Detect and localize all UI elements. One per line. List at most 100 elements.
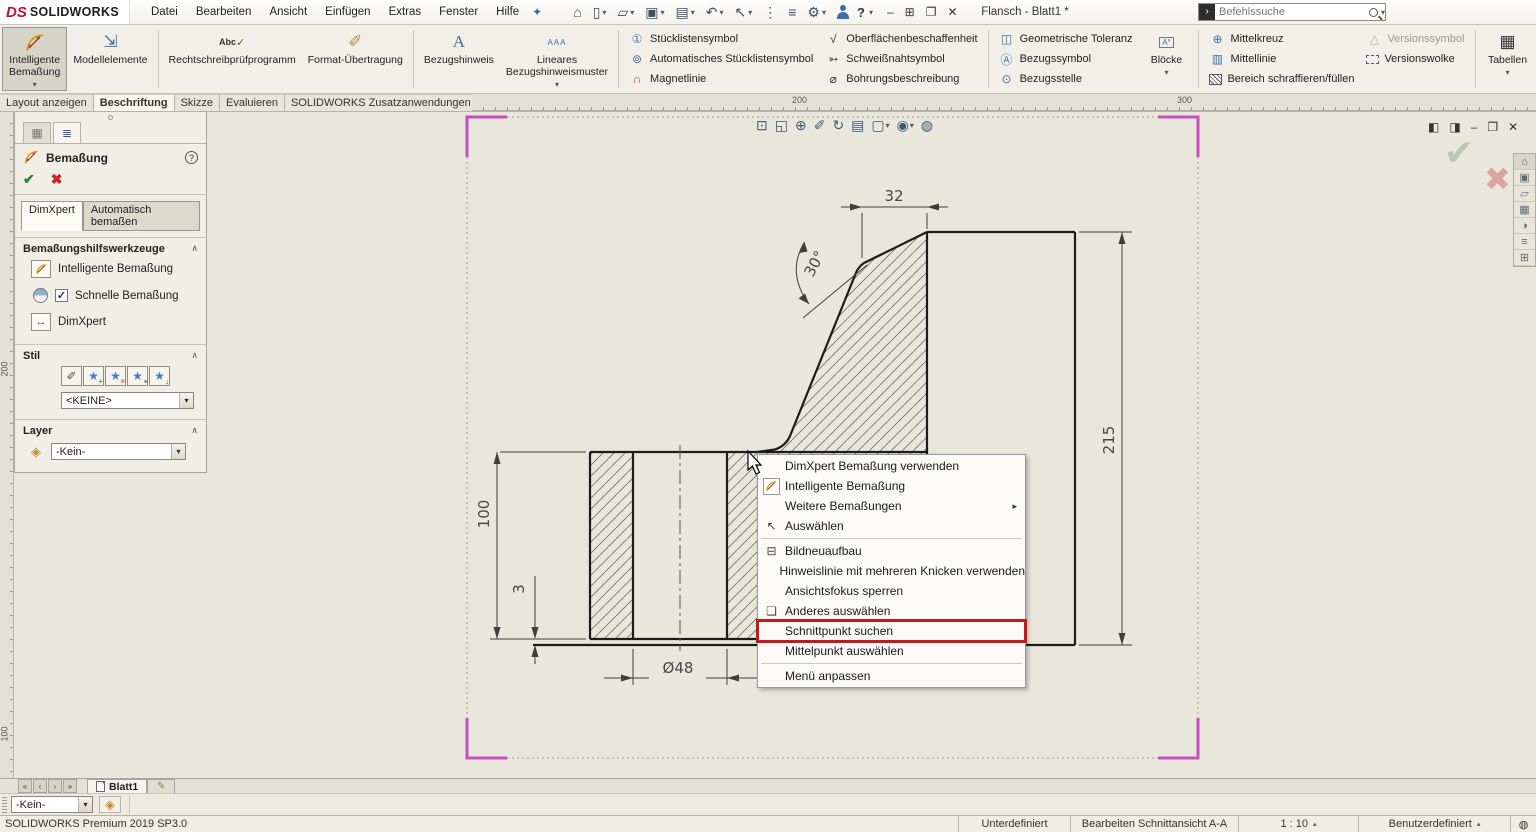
view-settings-button[interactable]: ◍	[921, 117, 933, 134]
style-dropdown[interactable]: <KEINE> ▾	[61, 392, 194, 409]
collapse-icon[interactable]: ∧	[191, 243, 198, 255]
menu-item-select[interactable]: ↖Auswählen	[758, 516, 1025, 536]
search-input[interactable]	[1215, 6, 1369, 18]
redraw-button[interactable]: ↻	[832, 117, 844, 134]
tab-beschriftung[interactable]: Beschriftung	[94, 94, 175, 111]
help-icon[interactable]: ?	[857, 5, 865, 20]
cancel-button[interactable]: ✖	[51, 171, 63, 188]
confirmation-cancel-icon[interactable]: ✖	[1484, 160, 1511, 198]
menu-item-dimxpert-dimension[interactable]: DimXpert Bemaßung verwenden	[758, 456, 1025, 476]
hole-callout-button[interactable]: ⌀Bohrungsbeschreibung	[825, 69, 977, 89]
options-list-button[interactable]: ≡	[785, 3, 799, 21]
quick-dimension-checkbox[interactable]: ✓	[55, 289, 68, 302]
center-mark-button[interactable]: ⊕Mittelkreuz	[1209, 29, 1354, 49]
help-icon[interactable]: ?	[185, 151, 198, 164]
toolbar-drag-handle[interactable]	[2, 797, 7, 813]
menu-item-select-other[interactable]: ❏Anderes auswählen	[758, 601, 1025, 621]
sheet-properties-button[interactable]: ▤	[851, 117, 864, 134]
tab-autodimension[interactable]: Automatisch bemaßen	[83, 201, 200, 231]
tab-skizze[interactable]: Skizze	[175, 94, 220, 111]
layer-dropdown[interactable]: -Kein- ▾	[51, 443, 186, 460]
delete-style-button[interactable]: ★×	[105, 366, 126, 386]
appearances-icon[interactable]: ◑	[1514, 218, 1535, 234]
menu-item-smart-dimension[interactable]: Intelligente Bemaßung	[758, 476, 1025, 496]
menu-item-customize-menu[interactable]: Menü anpassen	[758, 666, 1025, 686]
panel-drag-handle[interactable]	[108, 115, 113, 120]
status-units[interactable]: Benutzerdefiniert▴	[1358, 816, 1510, 832]
menu-hilfe[interactable]: Hilfe	[487, 0, 528, 24]
new-document-button[interactable]: ▯▾	[590, 3, 610, 22]
status-sheet-scale[interactable]: 1 : 10▴	[1238, 816, 1358, 832]
linear-note-pattern-button[interactable]: AAA LinearesBezugshinweismuster ▾	[500, 27, 614, 91]
select-button[interactable]: ↖▾	[731, 3, 755, 22]
next-window-button[interactable]: ◨	[1449, 120, 1460, 134]
smart-dimension-button[interactable]: IntelligenteBemaßung ▾	[2, 27, 67, 91]
sheet-tab-blatt1[interactable]: Blatt1	[87, 779, 147, 793]
pin-menu-icon[interactable]: ✦	[532, 5, 542, 19]
display-style-button[interactable]: ▢▾	[871, 117, 889, 134]
spell-checker-button[interactable]: Abc✓ Rechtschreibprüfprogramm	[163, 27, 302, 91]
chevron-down-icon[interactable]: ▾	[869, 8, 873, 17]
minimize-button[interactable]: –	[887, 5, 894, 19]
search-icon[interactable]	[1369, 8, 1378, 17]
menu-item-multi-jog-leader[interactable]: Hinweislinie mit mehreren Knicken verwen…	[758, 561, 1025, 581]
dimension-3[interactable]	[532, 576, 539, 664]
note-button[interactable]: A Bezugshinweis	[418, 27, 500, 91]
menu-item-rebuild-view[interactable]: ⊟Bildneuaufbau	[758, 541, 1025, 561]
collapse-icon[interactable]: ∧	[191, 425, 198, 437]
menu-einfuegen[interactable]: Einfügen	[316, 0, 379, 24]
area-hatch-button[interactable]: Bereich schraffieren/füllen	[1209, 69, 1354, 89]
chevron-down-icon[interactable]: ▾	[555, 80, 559, 89]
add-in-tab-icon[interactable]: ⊞	[1514, 250, 1535, 266]
tab-dimxpert[interactable]: DimXpert	[21, 201, 83, 231]
dim-text-100[interactable]: 100	[475, 500, 493, 529]
ok-button[interactable]: ✔	[23, 171, 35, 188]
balloon-button[interactable]: ①Stücklistensymbol	[629, 29, 813, 49]
zoom-to-fit-button[interactable]: ⊡	[756, 117, 768, 134]
dim-text-hole-dia[interactable]: Ø48	[663, 659, 694, 677]
open-button[interactable]: ▱▾	[614, 3, 637, 22]
chevron-down-icon[interactable]: ▾	[33, 80, 37, 89]
quick-dimension-option[interactable]: ✓ Schnelle Bemaßung	[23, 283, 198, 308]
tab-layout-anzeigen[interactable]: Layout anzeigen	[0, 94, 94, 111]
design-library-icon[interactable]: ▣	[1514, 170, 1535, 186]
home-button[interactable]: ⌂	[570, 3, 584, 21]
blocks-button[interactable]: A° Blöcke ▾	[1138, 27, 1194, 91]
status-tags[interactable]: ◍	[1510, 816, 1536, 832]
chevron-down-icon[interactable]: ▾	[1381, 8, 1385, 17]
previous-window-button[interactable]: ◧	[1428, 120, 1439, 134]
active-layer-dropdown[interactable]: -Kein- ▾	[11, 796, 93, 813]
drawing-canvas[interactable]: 32 30° 215 100 3 Ø48 ⊡ ◱ ⊕ ✐ ↻ ▤ ▢▾ ◉▾ ◍…	[0, 112, 1536, 778]
hide-show-items-button[interactable]: ◉▾	[897, 117, 914, 134]
add-sheet-tab[interactable]: ✎	[147, 779, 175, 793]
save-button[interactable]: ▣▾	[642, 3, 667, 22]
menu-ansicht[interactable]: Ansicht	[260, 0, 316, 24]
weld-symbol-button[interactable]: ➳Schweißnahtsymbol	[825, 49, 977, 69]
layer-properties-button[interactable]: ◈	[99, 796, 121, 813]
menu-item-select-midpoint[interactable]: Mittelpunkt auswählen	[758, 641, 1025, 661]
first-sheet-button[interactable]: «	[18, 779, 32, 793]
next-sheet-button[interactable]: ›	[48, 779, 62, 793]
menu-bearbeiten[interactable]: Bearbeiten	[187, 0, 261, 24]
previous-sheet-button[interactable]: ‹	[33, 779, 47, 793]
undo-button[interactable]: ↶▾	[703, 3, 727, 22]
user-account-icon[interactable]	[837, 5, 849, 19]
zoom-in-out-button[interactable]: ⊕	[795, 117, 807, 134]
auto-balloon-button[interactable]: ⊚Automatisches Stücklistensymbol	[629, 49, 813, 69]
dim-text-3[interactable]: 3	[510, 584, 528, 594]
add-style-button[interactable]: ★+	[83, 366, 104, 386]
dim-text-32[interactable]: 32	[884, 187, 903, 205]
solidworks-resources-icon[interactable]: ⌂	[1514, 154, 1535, 170]
format-painter-button[interactable]: ✐ Format-Übertragung	[302, 27, 409, 91]
view-palette-icon[interactable]: ▦	[1514, 202, 1535, 218]
save-style-button[interactable]: ★▪	[127, 366, 148, 386]
centerline-button[interactable]: ▥Mittellinie	[1209, 49, 1354, 69]
geometric-tolerance-button[interactable]: ◫Geometrische Toleranz	[999, 29, 1133, 49]
close-document-button[interactable]: ✕	[1508, 120, 1518, 134]
menu-fenster[interactable]: Fenster	[430, 0, 487, 24]
revision-cloud-button[interactable]: Versionswolke	[1366, 49, 1464, 69]
dim-text-215[interactable]: 215	[1100, 426, 1118, 455]
chevron-down-icon[interactable]: ▾	[1505, 68, 1509, 77]
menu-extras[interactable]: Extras	[380, 0, 431, 24]
datum-feature-button[interactable]: ⒶBezugssymbol	[999, 49, 1133, 69]
